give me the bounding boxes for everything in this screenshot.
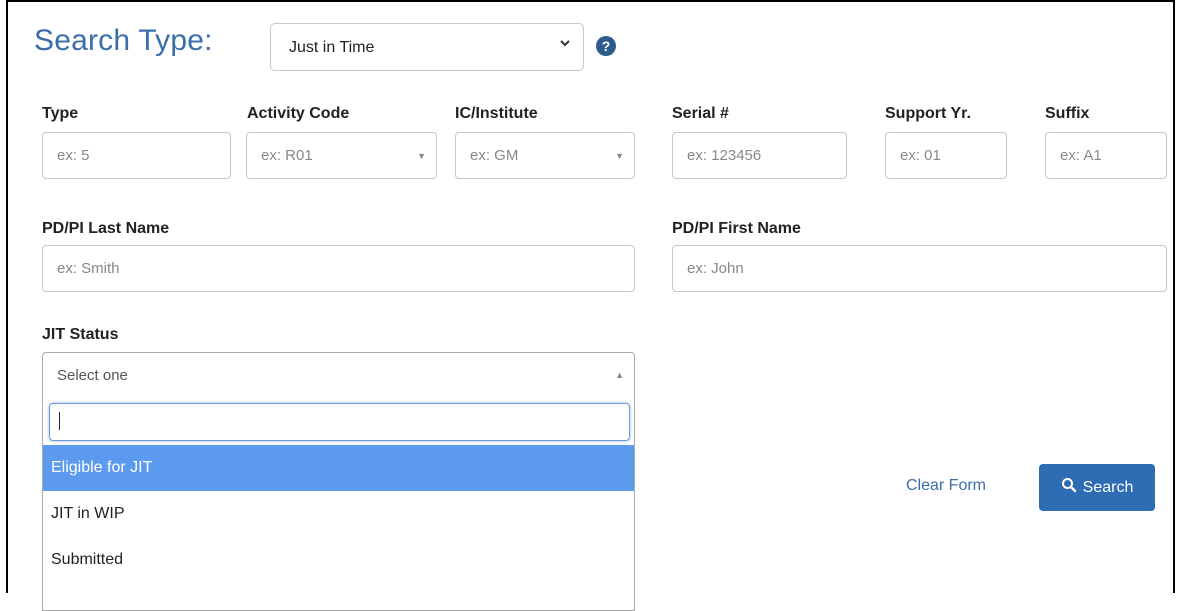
pi-first-name-input[interactable]: ex: John	[672, 245, 1167, 292]
pi-last-name-label: PD/PI Last Name	[42, 220, 170, 237]
search-type-label: Search Type:	[34, 24, 213, 57]
ic-institute-select[interactable]: ex: GM ▼	[455, 132, 635, 179]
dropdown-option-wip[interactable]: JIT in WIP	[43, 491, 634, 537]
search-type-value: Just in Time	[289, 39, 375, 56]
dropdown-option-eligible[interactable]: Eligible for JIT	[43, 445, 634, 491]
ic-institute-label: IC/Institute	[455, 105, 538, 122]
support-yr-input[interactable]: ex: 01	[885, 132, 1007, 179]
activity-code-select[interactable]: ex: R01 ▼	[246, 132, 437, 179]
caret-down-icon: ▼	[417, 150, 426, 161]
caret-down-icon: ▼	[615, 150, 624, 161]
search-button-label: Search	[1082, 478, 1134, 496]
search-icon	[1061, 477, 1077, 498]
activity-code-placeholder: ex: R01	[261, 147, 313, 164]
serial-placeholder: ex: 123456	[687, 147, 762, 164]
pi-last-name-input[interactable]: ex: Smith	[42, 245, 635, 292]
clear-form-link[interactable]: Clear Form	[906, 477, 986, 495]
suffix-placeholder: ex: A1	[1060, 147, 1102, 164]
dropdown-option-submitted[interactable]: Submitted	[43, 537, 634, 583]
support-yr-placeholder: ex: 01	[900, 147, 941, 164]
activity-code-label: Activity Code	[247, 105, 350, 122]
jit-status-placeholder: Select one	[57, 366, 128, 384]
suffix-input[interactable]: ex: A1	[1045, 132, 1167, 179]
pi-first-name-label: PD/PI First Name	[672, 220, 801, 237]
question-circle-icon[interactable]: ?	[596, 36, 616, 56]
search-button[interactable]: Search	[1039, 464, 1155, 511]
serial-input[interactable]: ex: 123456	[672, 132, 847, 179]
caret-up-icon: ▲	[615, 370, 624, 380]
support-yr-label: Support Yr.	[885, 105, 971, 122]
suffix-label: Suffix	[1045, 105, 1090, 122]
ic-institute-placeholder: ex: GM	[470, 147, 519, 164]
jit-status-label: JIT Status	[42, 326, 119, 343]
type-label: Type	[42, 105, 79, 122]
dropdown-search-input[interactable]	[49, 403, 630, 441]
chevron-down-icon	[559, 36, 571, 54]
pi-first-name-placeholder: ex: John	[687, 260, 744, 277]
type-placeholder: ex: 5	[57, 147, 90, 164]
search-type-select[interactable]: Just in Time	[270, 23, 584, 71]
text-cursor	[59, 412, 60, 430]
jit-status-select[interactable]: Select one ▲	[42, 352, 635, 398]
serial-label: Serial #	[672, 105, 729, 122]
jit-status-dropdown: Eligible for JIT JIT in WIP Submitted	[42, 397, 635, 611]
type-input[interactable]: ex: 5	[42, 132, 231, 179]
pi-last-name-placeholder: ex: Smith	[57, 260, 120, 277]
